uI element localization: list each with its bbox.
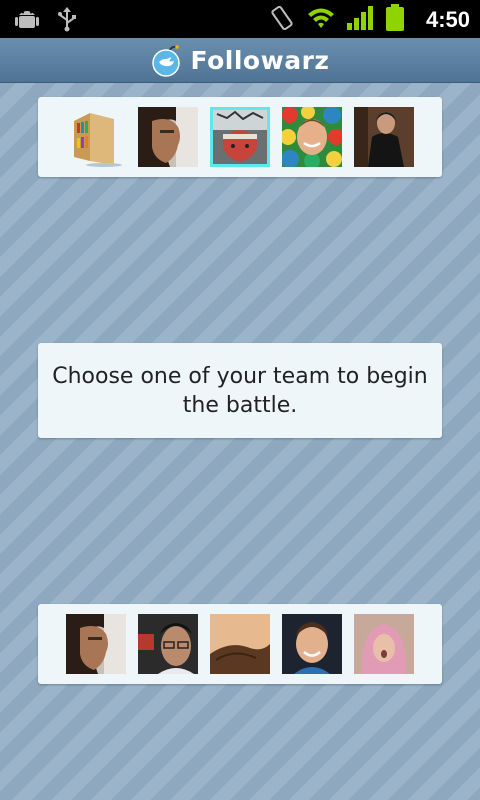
opponent-team-panel <box>38 97 442 177</box>
battery-icon <box>384 4 406 36</box>
team-avatar-bookshelf[interactable] <box>66 107 126 167</box>
wifi-icon <box>306 5 336 35</box>
bomb-bird-logo-icon <box>151 45 181 77</box>
team-avatar-leather-jacket[interactable] <box>354 107 414 167</box>
app-title: Followarz <box>190 45 330 75</box>
android-debug-icon <box>14 7 40 35</box>
team-avatar-headband[interactable] <box>210 107 270 167</box>
team-avatar-ballpit[interactable] <box>282 107 342 167</box>
rotate-icon <box>268 4 296 36</box>
team-avatar-man-glasses[interactable] <box>138 614 198 674</box>
team-avatar-pink-hood[interactable] <box>354 614 414 674</box>
instruction-panel: Choose one of your team to begin the bat… <box>38 343 442 438</box>
instruction-text: Choose one of your team to begin the bat… <box>52 363 428 418</box>
team-avatar-smiling-man[interactable] <box>282 614 342 674</box>
app-header: Followarz <box>0 38 480 83</box>
status-bar: 4:50 <box>0 0 480 38</box>
team-avatar-man-profile[interactable] <box>66 614 126 674</box>
my-team-panel <box>38 604 442 684</box>
clock: 4:50 <box>425 7 470 32</box>
team-avatar-hair-closeup[interactable] <box>210 614 270 674</box>
signal-icon <box>346 5 374 35</box>
team-avatar-man-profile[interactable] <box>138 107 198 167</box>
usb-icon <box>56 6 78 36</box>
